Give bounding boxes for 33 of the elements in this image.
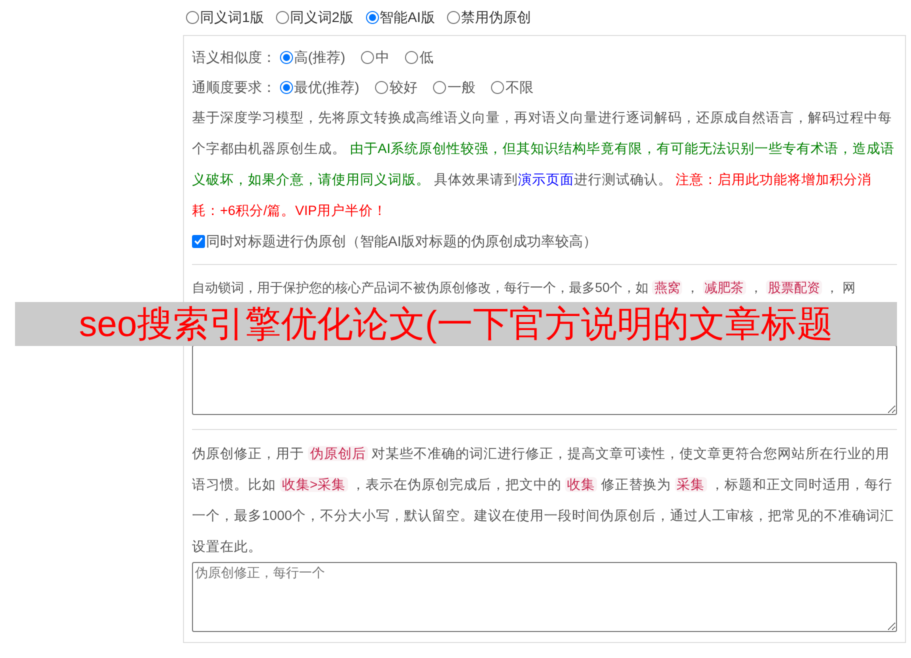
correction-input[interactable]: 伪原创修正，每行一个 (192, 562, 897, 632)
checkbox-label: 同时对标题进行伪原创（智能AI版对标题的伪原创成功率较高） (206, 232, 598, 250)
radio-label: 同义词1版 (200, 8, 264, 27)
radio-label: 高(推荐) (294, 48, 346, 67)
radio-label: 一般 (447, 78, 476, 96)
lock-words-description: 自动锁词，用于保护您的核心产品词不被伪原创修改，每行一个，最多50个，如 燕窝 ， 减肥茶 ， 股票配资 ， 网 (192, 279, 856, 297)
setting-label: 语义相似度： (192, 48, 276, 66)
radio-button[interactable] (446, 11, 460, 24)
checkmark-icon (194, 237, 203, 245)
radio-label: 最优(推荐) (294, 78, 360, 97)
title-banner: seo搜索引擎优化论文(一下官方说明的文章标题 (15, 302, 897, 346)
radio-button[interactable] (375, 80, 388, 94)
demo-page-link[interactable]: 演示页面 (518, 172, 574, 187)
radio-label: 不限 (505, 78, 534, 96)
radio-label: 较好 (389, 78, 418, 96)
radio-button[interactable] (280, 50, 293, 64)
radio-button[interactable] (361, 50, 374, 64)
radio-button[interactable] (186, 11, 199, 24)
radio-button[interactable] (491, 80, 504, 94)
radio-button[interactable] (280, 80, 293, 94)
radio-label: 低 (419, 48, 434, 66)
setting-label: 通顺度要求： (192, 78, 276, 96)
ai-description-text: 基于深度学习模型，先将原文转换成高维语义向量，再对语义向量进行逐词解码，还原成自然语言，解码过程中每个字都由机器原创生成。 由于AI系统原创性较强，但其知识结构毕竟有限，有可能无法识别一些专有术语，造成语义破坏，如果介意，请使用同义词版。 具体效果请到演示页面进行测试确认。 注意：启用此功能将增加积分消耗：+6积分/篇。VIP用户半价！ (192, 109, 896, 220)
correction-description: 伪原创修正，用于 伪原创后 对某些不准确的词汇进行修正，提高文章可读性，使文章更符合您网站所在行业的用语习惯。比如 收集>采集 ，表示在伪原创完成后，把文中的 收集 修正替换为 采集 ，标题和正文同时适用，每行一个，最多1000个，不分大小写，默认留空。建议在使用一段时间伪原创后，通过人工审核，把常见的不准确词汇设置在此。 (192, 445, 896, 556)
radio-button[interactable] (366, 11, 379, 24)
radio-label: 智能AI版 (380, 8, 435, 27)
radio-label: 禁用伪原创 (460, 8, 531, 27)
checkbox[interactable] (192, 234, 205, 248)
radio-label: 中 (375, 48, 390, 66)
radio-label: 同义词2版 (290, 8, 354, 27)
radio-button[interactable] (276, 11, 289, 24)
radio-button[interactable] (433, 80, 446, 94)
radio-button[interactable] (405, 50, 418, 64)
